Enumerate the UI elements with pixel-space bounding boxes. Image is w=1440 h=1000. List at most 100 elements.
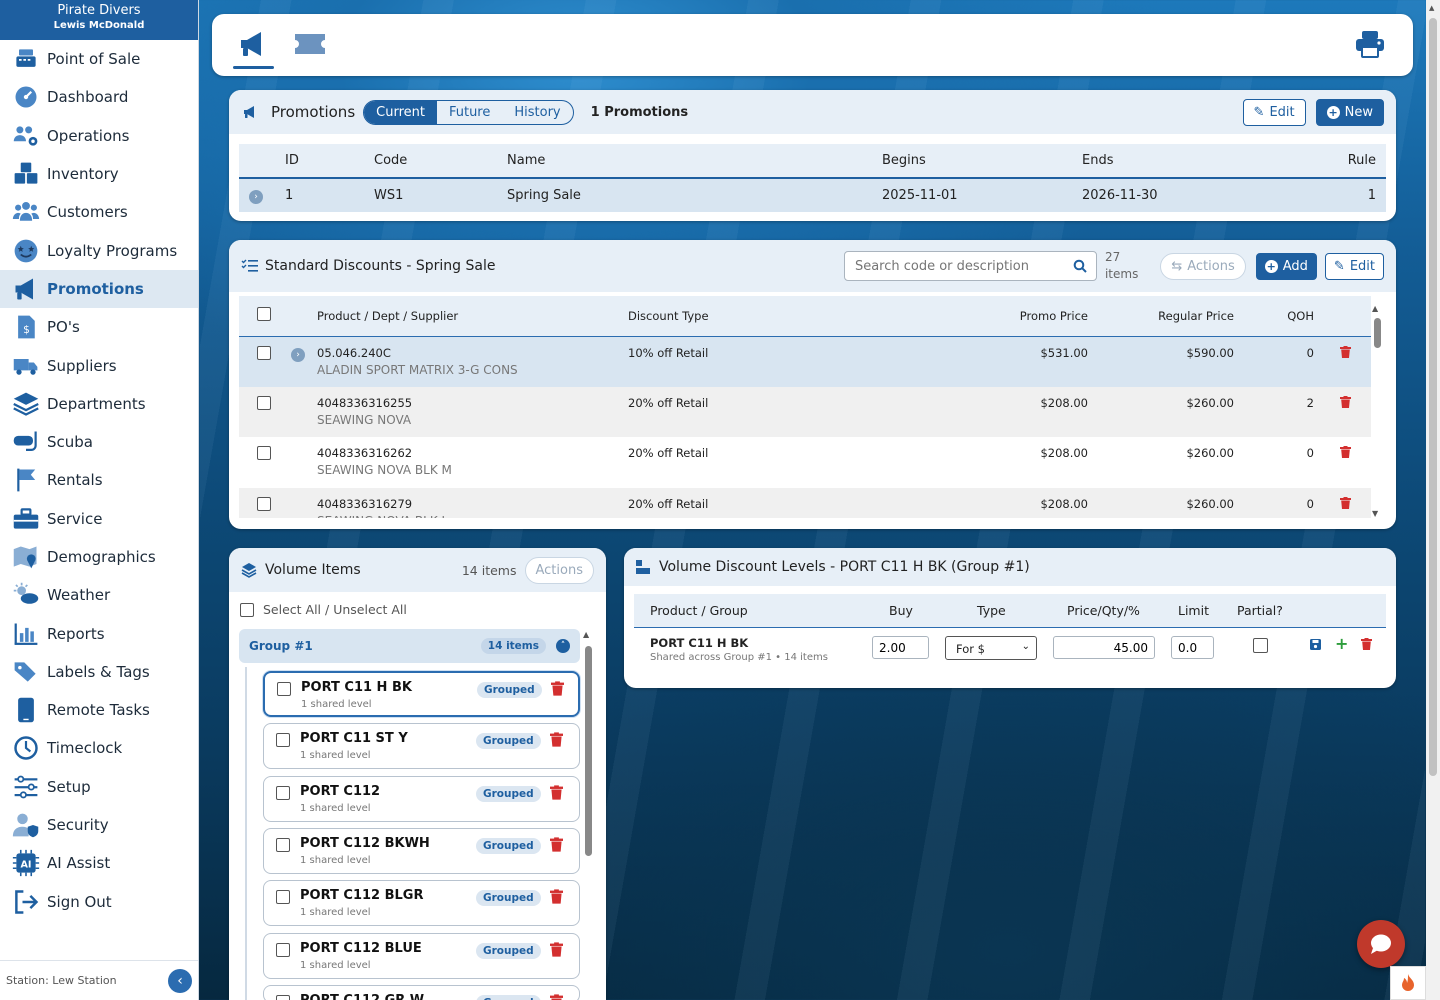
mask-snorkel-icon (10, 428, 42, 456)
limit-input[interactable] (1171, 636, 1214, 659)
row-checkbox[interactable] (257, 446, 271, 460)
expand-row-icon[interactable]: › (249, 189, 263, 204)
sidebar-item-reports[interactable]: Reports (0, 614, 198, 652)
chat-button[interactable] (1357, 920, 1405, 968)
edit-discounts-button[interactable]: ✎ Edit (1324, 252, 1384, 280)
volume-item-checkbox[interactable] (277, 682, 291, 696)
row-checkbox[interactable] (257, 496, 271, 511)
map-location-icon (10, 543, 42, 571)
promotions-card: Promotions Current Future History 1 Prom… (229, 90, 1396, 221)
row-checkbox[interactable] (257, 395, 271, 410)
sidebar-item-dashboard[interactable]: Dashboard (0, 78, 198, 116)
collapse-sidebar-button[interactable]: ‹ (168, 968, 192, 993)
sidebar-item-po-s[interactable]: $ PO's (0, 308, 198, 346)
volume-item-checkbox[interactable] (276, 890, 290, 905)
sidebar-item-operations[interactable]: Operations (0, 117, 198, 155)
page-scrollbar[interactable]: ▲ (1426, 0, 1440, 1000)
sidebar-item-suppliers[interactable]: Suppliers (0, 346, 198, 384)
sidebar-item-rentals[interactable]: Rentals (0, 461, 198, 499)
partial-checkbox[interactable] (1253, 638, 1268, 653)
sidebar-item-label: Point of Sale (47, 50, 141, 69)
table-row[interactable]: › 1 WS1 Spring Sale 2025-11-01 2026-11-3… (239, 178, 1386, 212)
trash-icon[interactable] (550, 889, 563, 904)
sidebar-item-setup[interactable]: Setup (0, 768, 198, 806)
sidebar-item-sign-out[interactable]: Sign Out (0, 883, 198, 921)
trash-icon[interactable] (550, 785, 563, 800)
trash-icon[interactable] (1361, 638, 1372, 650)
search-input[interactable] (844, 252, 1060, 280)
promotions-tab-icon[interactable] (233, 24, 273, 64)
table-row[interactable]: 4048336316279 SEAWING NOVA BLK L 20% off R… (239, 487, 1371, 518)
select-all-row[interactable]: Select All / Unselect All (240, 602, 407, 617)
actions-button[interactable]: ⇆ Actions (1160, 252, 1246, 280)
sidebar-item-demographics[interactable]: Demographics (0, 538, 198, 576)
sidebar-item-departments[interactable]: Departments (0, 385, 198, 423)
edit-promotion-button[interactable]: ✎ Edit (1242, 98, 1306, 126)
discount-type: 20% off Retail (622, 386, 922, 437)
add-label: Add (1282, 258, 1308, 274)
new-promotion-button[interactable]: + New (1315, 98, 1384, 126)
trash-icon[interactable] (1340, 395, 1351, 408)
buy-input[interactable] (872, 636, 929, 659)
volume-actions-button[interactable]: Actions (524, 556, 594, 584)
volume-item[interactable]: PORT C112 1 shared level Grouped (263, 775, 580, 822)
trash-icon[interactable] (551, 681, 564, 696)
type-select[interactable]: For $ ⌄ (945, 636, 1037, 660)
volume-item[interactable]: PORT C11 H BK 1 shared level Grouped (263, 671, 580, 717)
volume-item-checkbox[interactable] (276, 733, 290, 748)
add-level-icon[interactable]: + (1335, 634, 1348, 653)
tab-future[interactable]: Future (437, 101, 502, 124)
volume-item[interactable]: PORT C112 BLGR 1 shared level Grouped (263, 880, 580, 927)
trash-icon[interactable] (550, 732, 563, 747)
tab-history[interactable]: History (502, 101, 572, 124)
print-button[interactable] (1350, 24, 1390, 64)
trash-icon[interactable] (550, 837, 563, 852)
expand-row-icon[interactable]: › (291, 347, 305, 362)
volume-item-checkbox[interactable] (276, 942, 290, 957)
volume-item[interactable]: PORT C112 BKWH 1 shared level Grouped (263, 827, 580, 874)
volume-scrollbar[interactable]: ▲ (583, 630, 593, 1000)
trash-icon[interactable] (550, 941, 563, 957)
users-gear-icon (10, 122, 42, 150)
sidebar-item-timeclock[interactable]: Timeclock (0, 729, 198, 767)
volume-item-checkbox[interactable] (276, 994, 290, 1000)
volume-item[interactable]: PORT C112 GR W Grouped (263, 984, 580, 1000)
collapse-group-icon[interactable]: ˄ (556, 639, 570, 653)
trash-icon[interactable] (550, 994, 563, 1000)
trash-icon[interactable] (1340, 446, 1351, 458)
sidebar-item-promotions[interactable]: Promotions (0, 269, 198, 309)
table-row[interactable]: 4048336316255 SEAWING NOVA 20% off Retail $… (239, 386, 1371, 437)
trash-icon[interactable] (1340, 345, 1351, 358)
sidebar-item-label: Loyalty Programs (47, 241, 178, 260)
trash-icon[interactable] (1340, 496, 1351, 509)
sidebar-item-inventory[interactable]: Inventory (0, 155, 198, 193)
sidebar-item-point-of-sale[interactable]: Point of Sale (0, 40, 198, 78)
select-all-volume-checkbox[interactable] (240, 602, 254, 617)
group-header[interactable]: Group #1 14 items ˄ (239, 629, 580, 663)
volume-item[interactable]: PORT C11 ST Y 1 shared level Grouped (263, 723, 580, 770)
sidebar-item-scuba[interactable]: Scuba (0, 423, 198, 461)
flame-widget[interactable] (1390, 966, 1426, 1000)
sidebar-item-labels-tags[interactable]: Labels & Tags (0, 653, 198, 691)
select-all-checkbox[interactable] (257, 307, 271, 322)
sidebar-item-loyalty-programs[interactable]: Loyalty Programs (0, 231, 198, 269)
price-input[interactable] (1053, 636, 1155, 659)
tab-current[interactable]: Current (364, 100, 437, 124)
discounts-scrollbar[interactable]: ▲ ▼ (1372, 304, 1382, 518)
sidebar-item-service[interactable]: Service (0, 500, 198, 538)
volume-item-checkbox[interactable] (276, 785, 290, 800)
coupons-tab-icon[interactable] (290, 24, 330, 64)
sidebar-item-security[interactable]: Security (0, 806, 198, 844)
sidebar-item-remote-tasks[interactable]: Remote Tasks (0, 691, 198, 729)
volume-item-checkbox[interactable] (276, 837, 290, 852)
table-row[interactable]: › 05.046.240C ALADIN SPORT MATRIX 3-G CONS… (239, 336, 1371, 387)
sidebar-item-ai-assist[interactable]: AI AI Assist (0, 844, 198, 882)
add-discount-button[interactable]: + Add (1255, 252, 1317, 280)
sidebar-item-customers[interactable]: Customers (0, 193, 198, 231)
table-row[interactable]: 4048336316262 SEAWING NOVA BLK M 20% off R… (239, 437, 1371, 488)
row-checkbox[interactable] (257, 345, 271, 360)
volume-item[interactable]: PORT C112 BLUE 1 shared level Grouped (263, 932, 580, 979)
save-icon[interactable] (1310, 639, 1321, 650)
sidebar-item-weather[interactable]: Weather (0, 576, 198, 614)
search-icon[interactable] (1073, 259, 1087, 273)
